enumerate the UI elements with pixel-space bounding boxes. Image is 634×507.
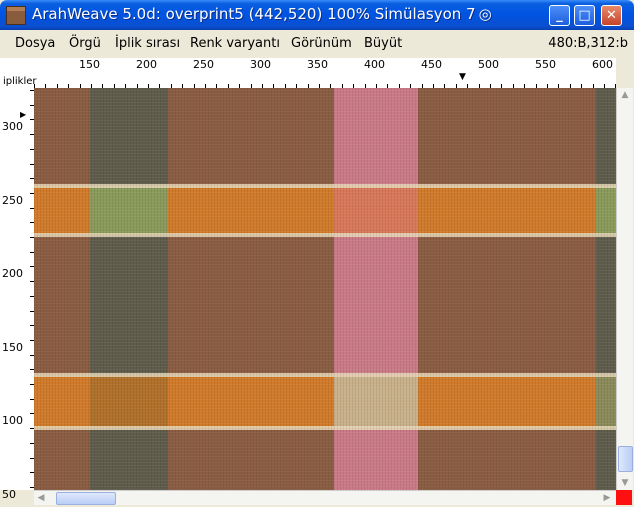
horizontal-ruler: 150 200 250 300 350 400 450 500 550 600 ▼ bbox=[34, 58, 617, 89]
window-title-text: ArahWeave 5.0d: overprint5 (442,520) 100… bbox=[32, 5, 476, 23]
vertical-scroll-thumb[interactable] bbox=[618, 446, 633, 472]
scroll-right-arrow-icon[interactable]: ▶ bbox=[600, 491, 614, 505]
x-tick-label: 300 bbox=[250, 58, 271, 71]
y-tick-label: 150 bbox=[2, 340, 23, 354]
x-tick-label: 450 bbox=[421, 58, 442, 71]
app-icon[interactable] bbox=[6, 6, 26, 25]
y-tick-label: 300 bbox=[2, 120, 23, 133]
swirl-icon: ◎ bbox=[478, 5, 492, 23]
weft-band-lower-right-overlap bbox=[596, 376, 616, 428]
horizontal-scrollbar[interactable]: ◀ ▶ bbox=[34, 490, 616, 505]
weft-line-1 bbox=[34, 184, 616, 188]
menu-buyut[interactable]: Büyüt bbox=[364, 36, 402, 51]
vertical-scrollbar[interactable]: ▲ ▼ bbox=[616, 88, 633, 490]
x-tick-label: 500 bbox=[478, 58, 499, 71]
menu-gorunum[interactable]: Görünüm bbox=[291, 36, 352, 51]
vertical-ruler: 300 250 200 150 100 50 ▶ bbox=[0, 58, 34, 501]
weft-line-3 bbox=[34, 373, 616, 377]
weft-line-2 bbox=[34, 233, 616, 237]
x-tick-label: 200 bbox=[136, 58, 157, 71]
x-tick-label: 600 bbox=[592, 58, 613, 71]
menu-orgu[interactable]: Örgü bbox=[69, 36, 101, 51]
menu-dosya[interactable]: Dosya bbox=[15, 36, 55, 51]
color-indicator[interactable] bbox=[616, 490, 632, 505]
y-tick-label: 100 bbox=[2, 414, 23, 428]
cursor-coordinates: 480:B,312:b bbox=[548, 36, 628, 51]
menu-renk-varyanti[interactable]: Renk varyantı bbox=[190, 36, 280, 51]
cursor-marker-icon: ▼ bbox=[459, 72, 466, 82]
title-bar[interactable]: ArahWeave 5.0d: overprint5 (442,520) 100… bbox=[0, 0, 634, 30]
scroll-down-arrow-icon[interactable]: ▼ bbox=[618, 476, 632, 490]
y-tick-label: 50 bbox=[2, 488, 16, 501]
close-button[interactable]: ✕ bbox=[601, 5, 622, 26]
menu-iplik-sirasi[interactable]: İplik sırası bbox=[115, 36, 180, 51]
menu-bar: Dosya Örgü İplik sırası Renk varyantı Gö… bbox=[0, 30, 634, 58]
weft-band-lower-grey-overlap bbox=[90, 376, 168, 428]
weft-line-4 bbox=[34, 426, 616, 430]
x-tick-label: 150 bbox=[79, 58, 100, 71]
fabric-simulation-canvas[interactable] bbox=[34, 88, 616, 490]
y-tick-label: 250 bbox=[2, 193, 23, 207]
scroll-up-arrow-icon[interactable]: ▲ bbox=[618, 88, 632, 102]
weft-band-lower-pink-overlap bbox=[334, 376, 418, 428]
y-tick-label: 200 bbox=[2, 267, 23, 281]
minimize-button[interactable]: _ bbox=[549, 5, 570, 26]
scroll-left-arrow-icon[interactable]: ◀ bbox=[34, 491, 48, 505]
row-marker-icon: ▶ bbox=[20, 110, 27, 119]
weft-band-upper-right-overlap bbox=[596, 186, 616, 234]
window-title: ArahWeave 5.0d: overprint5 (442,520) 100… bbox=[32, 5, 492, 23]
x-tick-label: 550 bbox=[535, 58, 556, 71]
weft-band-upper-grey-overlap bbox=[90, 186, 168, 234]
maximize-button[interactable]: □ bbox=[574, 5, 595, 26]
weft-band-upper-pink-overlap bbox=[334, 186, 418, 234]
horizontal-scroll-thumb[interactable] bbox=[56, 492, 116, 505]
x-tick-label: 250 bbox=[193, 58, 214, 71]
x-tick-label: 350 bbox=[307, 58, 328, 71]
x-tick-label: 400 bbox=[364, 58, 385, 71]
threads-label: iplikler bbox=[3, 76, 37, 87]
